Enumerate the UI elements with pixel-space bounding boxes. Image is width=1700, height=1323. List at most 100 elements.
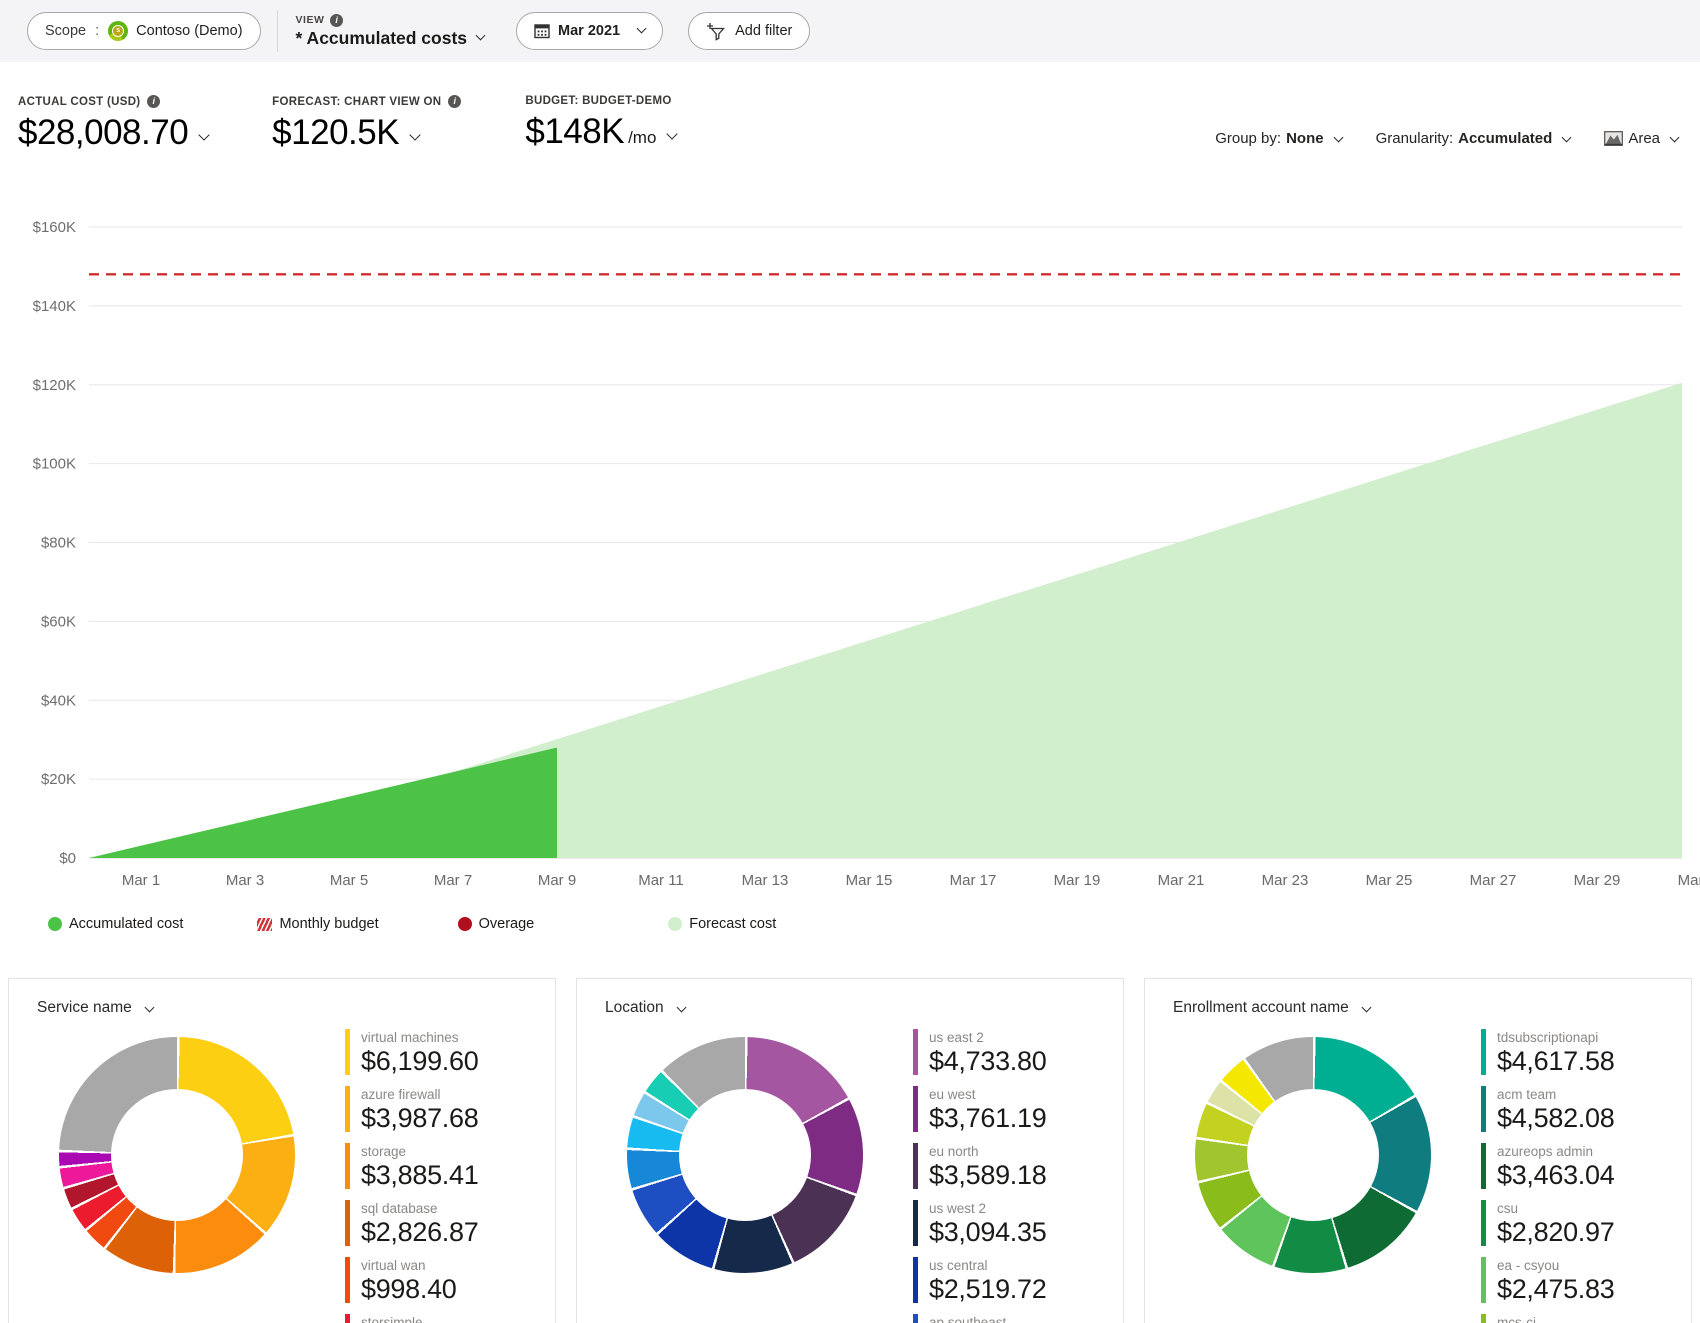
chart-type-dropdown[interactable]: Area xyxy=(1604,130,1680,147)
legend-monthly-budget[interactable]: Monthly budget xyxy=(257,916,379,932)
kpi-row: ACTUAL COST (USD) i $28,008.70 FORECAST:… xyxy=(18,95,740,153)
donut-legend-row[interactable]: mcs-ci xyxy=(1481,1314,1686,1323)
card-enrollment-account-dropdown[interactable]: Enrollment account name xyxy=(1173,999,1372,1017)
chevron-down-icon xyxy=(1669,132,1680,142)
card-title: Location xyxy=(605,999,664,1016)
legend-item-name: storsimple xyxy=(361,1315,423,1323)
svg-text:$120K: $120K xyxy=(33,377,76,394)
legend-overage[interactable]: Overage xyxy=(457,916,534,932)
legend-item-name: csu xyxy=(1497,1201,1519,1216)
legend-color-bar xyxy=(913,1257,918,1303)
legend-color-bar xyxy=(1481,1029,1486,1075)
svg-text:$60K: $60K xyxy=(41,613,76,630)
legend-label: Forecast cost xyxy=(689,916,777,932)
legend-accumulated-cost[interactable]: Accumulated cost xyxy=(48,916,183,932)
legend-item-name: eu north xyxy=(929,1144,979,1159)
legend-item-value: $3,094.35 xyxy=(929,1217,1047,1247)
donut-legend-row[interactable]: ap southeast xyxy=(913,1314,1118,1323)
kpi-actual-label: ACTUAL COST (USD) xyxy=(18,95,141,108)
legend-item-value: $3,987.68 xyxy=(361,1103,479,1133)
scope-picker[interactable]: Scope : s Contoso (Demo) xyxy=(27,12,261,50)
area-chart-icon xyxy=(1604,131,1624,146)
legend-label: Accumulated cost xyxy=(69,916,184,932)
directory-icon: s xyxy=(108,21,129,41)
legend-color-bar xyxy=(1481,1143,1486,1189)
legend-color-bar xyxy=(913,1200,918,1246)
kpi-budget-suffix: /mo xyxy=(628,128,657,147)
kpi-actual-value-dropdown[interactable]: $28,008.70 xyxy=(18,113,210,153)
svg-text:Mar 21: Mar 21 xyxy=(1158,872,1205,889)
donut-legend-row[interactable]: us central $2,519.72 xyxy=(913,1257,1118,1314)
donut-legend-row[interactable]: ea - csyou $2,475.83 xyxy=(1481,1257,1686,1314)
chevron-down-icon xyxy=(198,129,210,141)
donut-legend-row[interactable]: azure firewall $3,987.68 xyxy=(345,1086,550,1143)
donut-legend-row[interactable]: storage $3,885.41 xyxy=(345,1143,550,1200)
legend-item-name: mcs-ci xyxy=(1497,1315,1536,1323)
donut-legend-row[interactable]: us east 2 $4,733.80 xyxy=(913,1029,1118,1086)
legend-item-value: $4,617.58 xyxy=(1497,1046,1615,1076)
group-by-dropdown[interactable]: Group by: None xyxy=(1215,130,1344,147)
card-service-name-dropdown[interactable]: Service name xyxy=(37,999,155,1017)
card-enrollment-account: Enrollment account name tdsubscriptionap… xyxy=(1144,978,1692,1323)
legend-item-value: $4,733.80 xyxy=(929,1046,1047,1076)
donut-legend-row[interactable]: virtual wan $998.40 xyxy=(345,1257,550,1314)
view-value: * Accumulated costs xyxy=(295,27,468,48)
legend-label: Monthly budget xyxy=(279,916,379,932)
legend-item-value: $2,475.83 xyxy=(1497,1274,1615,1304)
legend-forecast-cost[interactable]: Forecast cost xyxy=(668,916,776,932)
card-location-dropdown[interactable]: Location xyxy=(605,999,687,1017)
granularity-dropdown[interactable]: Granularity: Accumulated xyxy=(1376,130,1572,147)
view-selector[interactable]: VIEW i * Accumulated costs xyxy=(295,13,486,49)
info-icon: i xyxy=(448,95,462,108)
legend-item-name: sql database xyxy=(361,1201,438,1216)
legend-item-value: $2,820.97 xyxy=(1497,1217,1615,1247)
svg-text:Mar 3: Mar 3 xyxy=(226,872,264,889)
main-chart: $0 $20K $40K $60K $80K $100K $120K $140K $160K Ma… xyxy=(33,219,1700,889)
donut-legend-row[interactable]: eu west $3,761.19 xyxy=(913,1086,1118,1143)
info-icon: i xyxy=(330,13,344,27)
donut-legend-row[interactable]: sql database $2,826.87 xyxy=(345,1200,550,1257)
view-label: VIEW xyxy=(295,14,325,26)
donut-legend-row[interactable]: azureops admin $3,463.04 xyxy=(1481,1143,1686,1200)
card-location: Location us east 2 $4,733.80 eu west $3,761… xyxy=(576,978,1124,1323)
granularity-value: Accumulated xyxy=(1458,130,1553,147)
legend-color-bar xyxy=(1481,1200,1486,1246)
info-icon: i xyxy=(147,95,161,108)
svg-text:Mar 23: Mar 23 xyxy=(1262,872,1309,889)
legend-item-value: $3,761.19 xyxy=(929,1103,1047,1133)
legend-color-bar xyxy=(913,1086,918,1132)
legend-item-name: storage xyxy=(361,1144,407,1159)
kpi-forecast-label: FORECAST: CHART VIEW ON xyxy=(272,95,442,108)
donut-legend-row[interactable]: storsimple xyxy=(345,1314,550,1323)
accumulated-cost-swatch-icon xyxy=(48,917,62,931)
donut-legend-row[interactable]: csu $2,820.97 xyxy=(1481,1200,1686,1257)
chevron-down-icon xyxy=(409,129,421,141)
legend-color-bar xyxy=(345,1257,350,1303)
legend-item-name: ap southeast xyxy=(929,1315,1007,1323)
donut-legend-row[interactable]: virtual machines $6,199.60 xyxy=(345,1029,550,1086)
legend-color-bar xyxy=(345,1200,350,1246)
scope-label: Scope xyxy=(45,23,87,39)
kpi-budget-value: $148K xyxy=(525,112,625,151)
date-range-picker[interactable]: Mar 2021 xyxy=(516,12,664,50)
svg-text:$0: $0 xyxy=(59,850,76,867)
kpi-forecast-value: $120.5K xyxy=(272,113,400,152)
legend-item-name: acm team xyxy=(1497,1087,1557,1102)
legend-color-bar xyxy=(345,1086,350,1132)
donut-legend-row[interactable]: eu north $3,589.18 xyxy=(913,1143,1118,1200)
kpi-budget-value-dropdown[interactable]: $148K /mo xyxy=(525,112,679,152)
enrollment-account-donut-chart xyxy=(1195,1037,1431,1273)
svg-text:Mar 31: Mar 31 xyxy=(1678,872,1700,889)
add-filter-button[interactable]: Add filter xyxy=(688,12,811,50)
enrollment-account-legend-list: tdsubscriptionapi $4,617.58 acm team $4,582… xyxy=(1481,1029,1686,1323)
legend-item-value: $2,826.87 xyxy=(361,1217,479,1247)
donut-legend-row[interactable]: us west 2 $3,094.35 xyxy=(913,1200,1118,1257)
svg-text:Mar 7: Mar 7 xyxy=(434,872,472,889)
group-by-value: None xyxy=(1286,130,1324,147)
donut-legend-row[interactable]: acm team $4,582.08 xyxy=(1481,1086,1686,1143)
svg-text:Mar 11: Mar 11 xyxy=(638,872,684,889)
scope-value: Contoso (Demo) xyxy=(136,23,243,39)
legend-item-name: azureops admin xyxy=(1497,1144,1594,1159)
kpi-forecast-value-dropdown[interactable]: $120.5K xyxy=(272,113,461,153)
donut-legend-row[interactable]: tdsubscriptionapi $4,617.58 xyxy=(1481,1029,1686,1086)
